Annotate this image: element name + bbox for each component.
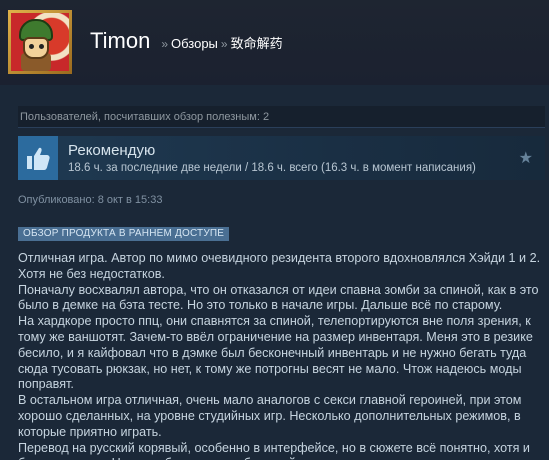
avatar[interactable] <box>8 10 72 74</box>
hours-divider: / <box>241 162 252 174</box>
recommendation-title[interactable]: Рекомендую <box>68 142 155 159</box>
hours-recent: 18.6 ч. за последние две недели <box>68 162 242 174</box>
award-star-icon[interactable]: ★ <box>519 148 533 168</box>
playtime-hours: 18.6 ч. за последние две недели / 18.6 ч… <box>68 162 476 174</box>
hours-at-review: (16.3 ч. в момент написания) <box>317 162 476 174</box>
review-text: Отличная игра. Автор по мимо очевидного … <box>18 251 542 460</box>
profile-header: Timon » Обзоры » 致命解药 <box>0 0 549 85</box>
avatar-image <box>11 13 69 71</box>
breadcrumb-separator: » <box>161 37 168 51</box>
breadcrumb: Timon » Обзоры » 致命解药 <box>90 28 283 54</box>
review-paragraph: Перевод на русский корявый, особенно в и… <box>18 440 530 460</box>
recommendation-box: Рекомендую 18.6 ч. за последние две неде… <box>18 136 545 180</box>
breadcrumb-separator: » <box>220 37 228 51</box>
hours-total: 18.6 ч. всего <box>251 162 318 174</box>
review-paragraph: Отличная игра. Автор по мимо очевидного … <box>18 251 541 281</box>
review-paragraph: В остальном игра отличная, очень мало ан… <box>18 393 522 439</box>
breadcrumb-reviews-link[interactable]: Обзоры <box>171 36 218 51</box>
breadcrumb-game-link[interactable]: 致命解药 <box>231 33 283 52</box>
review-paragraph: На хардкоре просто ппц, они спавнятся за… <box>18 314 533 392</box>
thumbs-up-icon <box>18 136 58 180</box>
posted-date: Опубликовано: 8 окт в 15:33 <box>18 194 163 206</box>
review-paragraph: Поначалу восхвалял автора, что он отказа… <box>18 282 539 313</box>
early-access-badge: ОБЗОР ПРОДУКТА В РАННЕМ ДОСТУПЕ <box>18 227 230 241</box>
helpful-count: Пользователей, посчитавших обзор полезны… <box>18 106 545 128</box>
user-name-link[interactable]: Timon <box>90 28 150 54</box>
